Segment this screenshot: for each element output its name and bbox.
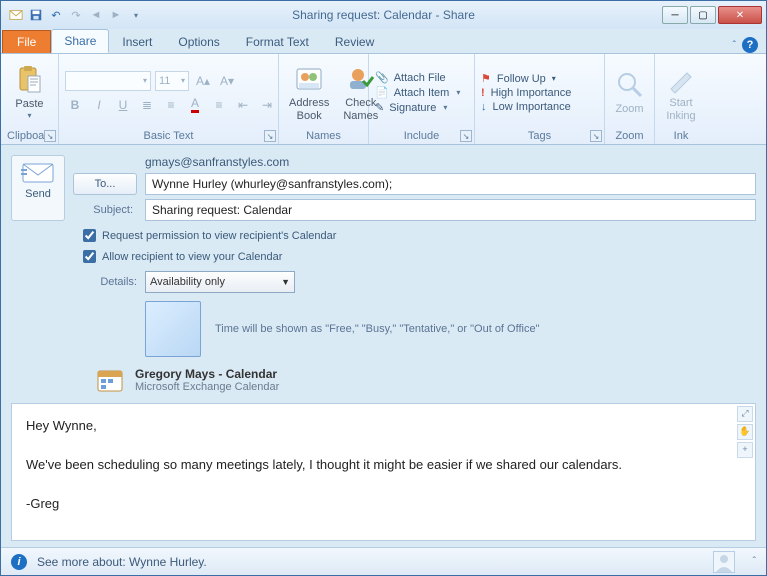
close-button[interactable]: ✕ (718, 6, 762, 24)
tab-options[interactable]: Options (165, 30, 232, 53)
allow-recipient-label: Allow recipient to view your Calendar (102, 251, 282, 263)
attach-item-button[interactable]: 📄Attach Item▾ (375, 86, 460, 99)
details-label: Details: (83, 276, 137, 288)
font-color-icon[interactable]: A (185, 95, 205, 115)
chevron-down-icon: ▼ (281, 277, 290, 287)
save-icon[interactable] (29, 8, 43, 22)
indent-less-icon[interactable]: ⇤ (233, 95, 253, 115)
paste-button[interactable]: Paste ▾ (10, 62, 50, 123)
font-size-combo[interactable]: 11▾ (155, 71, 189, 91)
indent-more-icon[interactable]: ⇥ (257, 95, 277, 115)
undo-icon[interactable]: ↶ (49, 8, 63, 22)
clipboard-launcher-icon[interactable]: ↘ (44, 130, 56, 142)
tab-format-text[interactable]: Format Text (233, 30, 322, 53)
calendar-name: Gregory Mays - Calendar (135, 367, 279, 381)
signature-icon: ✎ (375, 101, 384, 114)
expand-people-pane-icon[interactable]: ˆ (753, 556, 756, 567)
body-line-2: We've been scheduling so many meetings l… (26, 455, 741, 475)
bullets-icon[interactable]: ≣ (137, 95, 157, 115)
grow-font-icon[interactable]: A▴ (193, 71, 213, 91)
file-tab[interactable]: File (2, 30, 51, 53)
details-combo[interactable]: Availability only ▼ (145, 271, 295, 293)
subject-input[interactable] (145, 199, 756, 221)
shrink-font-icon[interactable]: A▾ (217, 71, 237, 91)
low-importance-icon: ↓ (481, 101, 487, 113)
hand-tool-icon[interactable]: ✋ (737, 424, 753, 440)
send-button[interactable]: Send (11, 155, 65, 221)
paperclip-icon: 📎 (375, 71, 389, 84)
calendar-preview-icon (145, 301, 201, 357)
tab-share[interactable]: Share (51, 29, 109, 53)
font-family-combo[interactable]: ▾ (65, 71, 151, 91)
people-pane-footer: i See more about: Wynne Hurley. ˆ (1, 547, 766, 575)
next-icon[interactable]: ► (109, 8, 123, 22)
numbering-icon[interactable]: ≡ (161, 95, 181, 115)
minimize-ribbon-icon[interactable]: ˆ (733, 40, 736, 51)
to-input[interactable] (145, 173, 756, 195)
paste-dropdown-icon[interactable]: ▾ (27, 112, 31, 121)
group-include-label: Include (375, 128, 468, 144)
calendar-type: Microsoft Exchange Calendar (135, 381, 279, 393)
start-inking-button[interactable]: Start Inking (661, 61, 701, 123)
body-line-3: -Greg (26, 494, 741, 514)
align-left-icon[interactable]: ≡ (209, 95, 229, 115)
zoom-tool-icon[interactable]: + (737, 442, 753, 458)
ribbon-tabstrip: File Share Insert Options Format Text Re… (1, 29, 766, 53)
from-address: gmays@sanfranstyles.com (145, 155, 756, 169)
ribbon: Paste ▾ Clipboard ↘ ▾ 11▾ A▴ A▾ B (1, 53, 766, 145)
tab-insert[interactable]: Insert (109, 30, 165, 53)
underline-icon[interactable]: U (113, 95, 133, 115)
address-book-button[interactable]: Address Book (285, 61, 333, 123)
high-importance-icon: ! (481, 87, 485, 99)
maximize-button[interactable]: ▢ (690, 6, 716, 24)
request-permission-label: Request permission to view recipient's C… (102, 230, 336, 242)
bold-icon[interactable]: B (65, 95, 85, 115)
minimize-button[interactable]: ─ (662, 6, 688, 24)
group-ink-label: Ink (661, 128, 701, 144)
message-body[interactable]: ⤢ ✋ + Hey Wynne, We've been scheduling s… (11, 403, 756, 541)
qat-dropdown-icon[interactable]: ▾ (129, 8, 143, 22)
tab-review[interactable]: Review (322, 30, 387, 53)
redo-icon[interactable]: ↷ (69, 8, 83, 22)
info-icon: i (11, 554, 27, 570)
subject-label: Subject: (73, 204, 137, 216)
italic-icon[interactable]: I (89, 95, 109, 115)
allow-recipient-checkbox[interactable] (83, 250, 96, 263)
to-button[interactable]: To... (73, 173, 137, 195)
low-importance-button[interactable]: ↓Low Importance (481, 101, 571, 113)
prev-icon[interactable]: ◄ (89, 8, 103, 22)
group-names-label: Names (285, 128, 362, 144)
include-launcher-icon[interactable]: ↘ (460, 130, 472, 142)
tags-launcher-icon[interactable]: ↘ (590, 130, 602, 142)
request-permission-checkbox[interactable] (83, 229, 96, 242)
attach-file-button[interactable]: 📎Attach File (375, 71, 460, 84)
flag-icon: ⚑ (481, 72, 491, 85)
help-icon[interactable]: ? (742, 37, 758, 53)
group-basictext-label: Basic Text (65, 128, 272, 144)
footer-text[interactable]: See more about: Wynne Hurley. (37, 555, 207, 569)
contact-avatar-icon[interactable] (713, 551, 735, 573)
signature-button[interactable]: ✎Signature▾ (375, 101, 460, 114)
follow-up-button[interactable]: ⚑Follow Up▾ (481, 72, 571, 85)
app-icon (9, 8, 23, 22)
basictext-launcher-icon[interactable]: ↘ (264, 130, 276, 142)
details-description: Time will be shown as "Free," "Busy," "T… (215, 323, 539, 335)
zoom-button[interactable]: Zoom (610, 67, 650, 117)
body-line-1: Hey Wynne, (26, 416, 741, 436)
group-zoom-label: Zoom (611, 128, 648, 144)
high-importance-button[interactable]: !High Importance (481, 87, 571, 99)
attach-item-icon: 📄 (375, 86, 389, 99)
ruler-toggle-icon[interactable]: ⤢ (737, 406, 753, 422)
compose-area: Send gmays@sanfranstyles.com To... Subje… (1, 145, 766, 547)
calendar-icon (95, 365, 125, 395)
group-tags-label: Tags (481, 128, 598, 144)
title-bar: ↶ ↷ ◄ ► ▾ Sharing request: Calendar - Sh… (1, 1, 766, 29)
